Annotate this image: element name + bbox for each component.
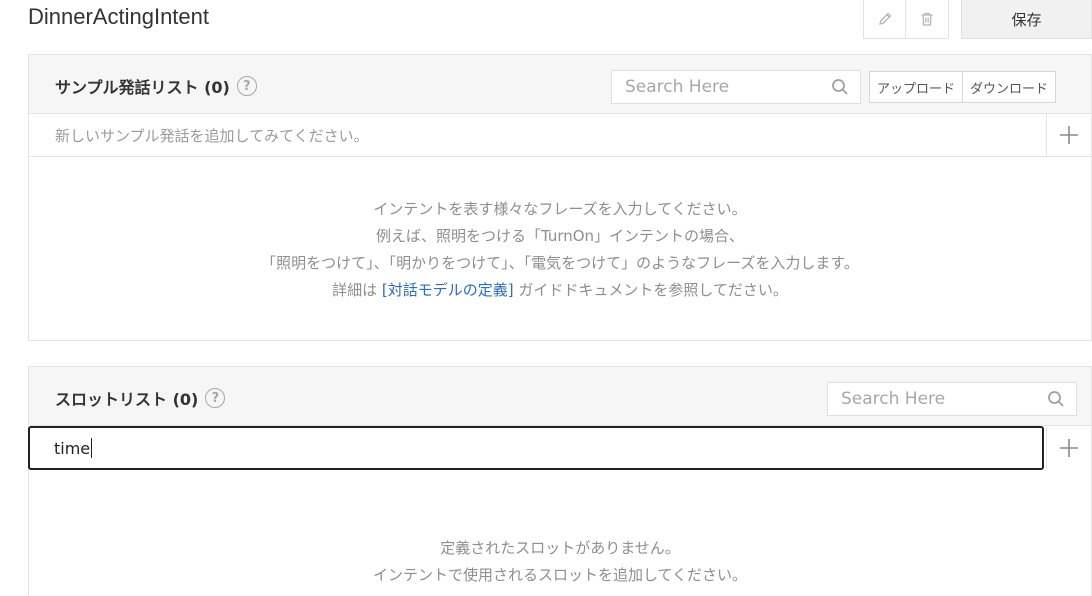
slot-search-input[interactable] — [841, 389, 1031, 409]
add-slot-button[interactable] — [1046, 426, 1091, 469]
trash-icon — [921, 12, 933, 26]
add-utterance-input[interactable]: 新しいサンプル発話を追加してみてください。 — [29, 125, 369, 146]
slot-name-input[interactable]: time — [28, 426, 1044, 470]
delete-button[interactable] — [906, 0, 949, 39]
utterance-search-box — [611, 70, 861, 104]
add-utterance-button[interactable] — [1046, 114, 1091, 156]
help-icon[interactable]: ? — [236, 76, 257, 96]
sample-utterance-panel: サンプル発話リスト (0) ? アップロード ダウンロード 新しいサンプル発話を… — [28, 54, 1092, 341]
intent-title: DinnerActingIntent — [28, 4, 209, 29]
save-button[interactable]: 保存 — [961, 0, 1092, 39]
empty-line: 「照明をつけて」、「明かりをつけて」、「電気をつけて」のようなフレーズを入力しま… — [261, 254, 859, 272]
add-slot-row: time — [28, 426, 1091, 470]
slot-list-title: スロットリスト (0) ? — [55, 386, 226, 410]
slot-list-panel: スロットリスト (0) ? time 定義されたスロットがありません。 インテン… — [28, 366, 1092, 596]
search-icon[interactable] — [831, 78, 849, 96]
empty-line: インテントで使用されるスロットを追加してください。 — [372, 566, 748, 584]
slot-list-header: スロットリスト (0) ? — [29, 367, 1091, 426]
add-utterance-row: 新しいサンプル発話を追加してみてください。 — [29, 114, 1091, 157]
download-button[interactable]: ダウンロード — [963, 71, 1057, 103]
empty-line-suffix: ガイドドキュメントを参照してださい。 — [518, 281, 788, 299]
search-icon[interactable] — [1047, 390, 1065, 408]
help-icon[interactable]: ? — [205, 388, 226, 408]
text-caret — [91, 438, 93, 458]
sample-utterance-title-text: サンプル発話リスト (0) — [55, 78, 230, 97]
slot-list-title-text: スロットリスト (0) — [55, 390, 199, 409]
sample-utterance-header: サンプル発話リスト (0) ? アップロード ダウンロード — [29, 55, 1091, 114]
sample-utterance-title: サンプル発話リスト (0) ? — [55, 74, 257, 98]
empty-line: 例えば、照明をつける「TurnOn」インテントの場合、 — [375, 227, 745, 245]
empty-line: 詳細は [対話モデルの定義] ガイドドキュメントを参照してださい。 — [29, 277, 1091, 304]
edit-button[interactable] — [863, 0, 906, 39]
slot-input-value: time — [54, 438, 91, 458]
upload-button[interactable]: アップロード — [869, 71, 964, 103]
dialog-model-guide-link[interactable]: [対話モデルの定義] — [382, 281, 514, 299]
empty-line: インテントを表す様々なフレーズを入力してください。 — [373, 200, 747, 218]
empty-line: 定義されたスロットがありません。 — [440, 539, 680, 557]
file-buttons: アップロード ダウンロード — [869, 71, 1057, 103]
plus-icon — [1060, 126, 1078, 144]
slot-empty-message: 定義されたスロットがありません。 インテントで使用されるスロットを追加してくださ… — [29, 469, 1091, 589]
slot-search-box — [827, 382, 1077, 416]
intent-actions — [863, 0, 949, 39]
utterance-search-input[interactable] — [625, 77, 815, 97]
pencil-icon — [878, 12, 891, 25]
empty-line-prefix: 詳細は — [332, 281, 378, 299]
plus-icon — [1060, 438, 1078, 457]
utterance-empty-message: インテントを表す様々なフレーズを入力してください。 例えば、照明をつける「Tur… — [29, 157, 1091, 304]
